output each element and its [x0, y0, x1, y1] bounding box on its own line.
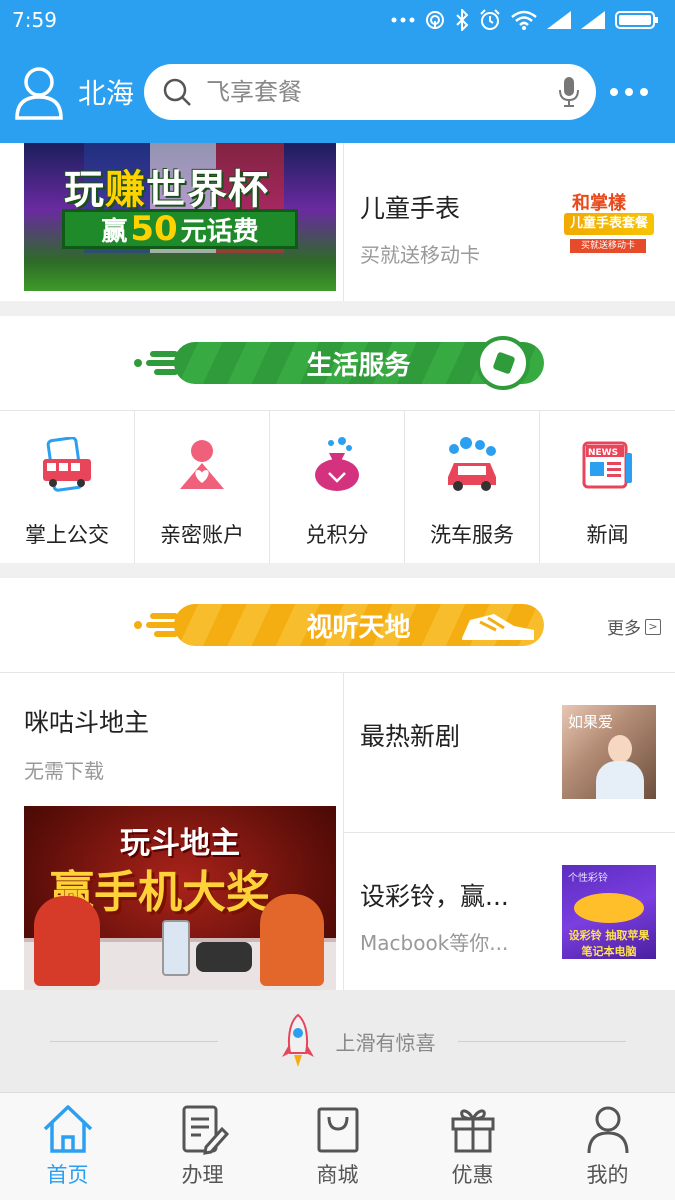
rocket-icon — [281, 1013, 314, 1067]
status-bar: 7:59 — [0, 0, 675, 40]
hotspot-icon — [425, 10, 445, 30]
user-icon — [587, 1106, 628, 1154]
search-input[interactable] — [206, 77, 559, 106]
more-menu-icon[interactable] — [610, 87, 649, 96]
doudizhu-banner-image[interactable]: 玩斗地主 赢手机大奖 — [24, 806, 336, 994]
ringtone-thumbnail: 个性彩铃 设彩铃 抽取苹果笔记本电脑 — [562, 864, 656, 959]
football-icon — [475, 336, 530, 390]
hot-drama-thumbnail: 如果爱 — [562, 705, 656, 799]
tab-mine[interactable]: 我的 — [540, 1093, 675, 1200]
service-points[interactable]: 兑积分 — [270, 411, 405, 564]
service-bus[interactable]: 掌上公交 — [0, 411, 135, 564]
car-wash-icon — [448, 437, 496, 491]
hot-drama-card[interactable]: 最热新剧 如果爱 — [344, 673, 675, 832]
edit-doc-icon — [182, 1105, 229, 1155]
tab-handle[interactable]: 办理 — [135, 1093, 270, 1200]
audio-visual-grid: 咪咕斗地主 无需下载 玩斗地主 赢手机大奖 最热新剧 如果爱 设彩铃，赢... … — [0, 672, 675, 994]
signal-icon — [581, 11, 605, 29]
life-services-grid: 掌上公交 亲密账户 兑积分 洗车服务 NEWS 新闻 — [0, 410, 675, 564]
search-bar[interactable] — [144, 63, 597, 120]
wifi-icon — [511, 10, 537, 30]
ringtone-card[interactable]: 设彩铃，赢... Macbook等你... 个性彩铃 设彩铃 抽取苹果笔记本电脑 — [344, 831, 675, 991]
audio-visual-more-link[interactable]: 更多 > — [607, 614, 661, 639]
city-selector[interactable]: 北海 — [78, 72, 134, 112]
bottom-tab-bar: 首页 办理 商城 优惠 我的 — [0, 1092, 675, 1200]
swipe-hint-text: 上滑有惊喜 — [335, 1030, 436, 1055]
worldcup-promo[interactable]: 玩赚世界杯 赢 50 元话费 — [0, 143, 344, 301]
service-family-account[interactable]: 亲密账户 — [135, 411, 270, 564]
kids-watch-image: 和掌樣 儿童手表套餐 买就送移动卡 — [560, 187, 656, 257]
life-services-banner: 生活服务 — [132, 336, 544, 390]
bluetooth-icon — [455, 9, 469, 31]
migu-game-subtitle: 无需下载 — [24, 759, 104, 783]
microphone-icon[interactable] — [558, 76, 580, 108]
profile-icon[interactable] — [14, 64, 64, 120]
svg-text:NEWS: NEWS — [588, 448, 618, 458]
alarm-icon — [479, 9, 501, 31]
family-account-icon — [180, 440, 224, 489]
home-icon — [43, 1105, 92, 1153]
top-header: 北海 — [0, 40, 675, 143]
status-time: 7:59 — [12, 8, 57, 32]
bus-phone-icon — [43, 437, 91, 492]
sneaker-icon — [461, 614, 534, 640]
status-icons — [391, 9, 659, 31]
battery-icon — [615, 10, 659, 30]
news-icon: NEWS — [582, 441, 632, 489]
service-news[interactable]: NEWS 新闻 — [540, 411, 675, 564]
kids-watch-promo[interactable]: 儿童手表 买就送移动卡 和掌樣 儿童手表套餐 买就送移动卡 — [344, 143, 675, 301]
points-bag-icon — [315, 437, 359, 491]
tab-mall[interactable]: 商城 — [270, 1093, 405, 1200]
swipe-up-hint: 上滑有惊喜 — [0, 990, 675, 1092]
more-dots-icon — [391, 17, 415, 23]
life-services-header: 生活服务 — [0, 316, 675, 410]
shopping-bag-icon — [317, 1107, 358, 1153]
tab-discount[interactable]: 优惠 — [405, 1093, 540, 1200]
migu-game-title: 咪咕斗地主 — [24, 708, 150, 737]
signal-icon — [547, 11, 571, 29]
service-car-wash[interactable]: 洗车服务 — [405, 411, 540, 564]
tab-home[interactable]: 首页 — [0, 1093, 135, 1200]
audio-visual-banner: 视听天地 — [132, 604, 544, 646]
arrow-right-icon: > — [645, 618, 661, 635]
migu-game-card[interactable]: 咪咕斗地主 无需下载 玩斗地主 赢手机大奖 — [0, 673, 344, 994]
worldcup-banner-image[interactable]: 玩赚世界杯 赢 50 元话费 — [24, 143, 336, 291]
worldcup-title: 玩赚世界杯 — [64, 167, 269, 213]
gift-icon — [451, 1109, 494, 1153]
audio-visual-header: 视听天地 更多 > — [0, 578, 675, 672]
search-icon — [163, 78, 191, 106]
promo-row: 玩赚世界杯 赢 50 元话费 儿童手表 买就送移动卡 和掌樣 儿童手表套餐 买就送移… — [0, 143, 675, 301]
worldcup-prize: 赢 50 元话费 — [62, 209, 298, 249]
